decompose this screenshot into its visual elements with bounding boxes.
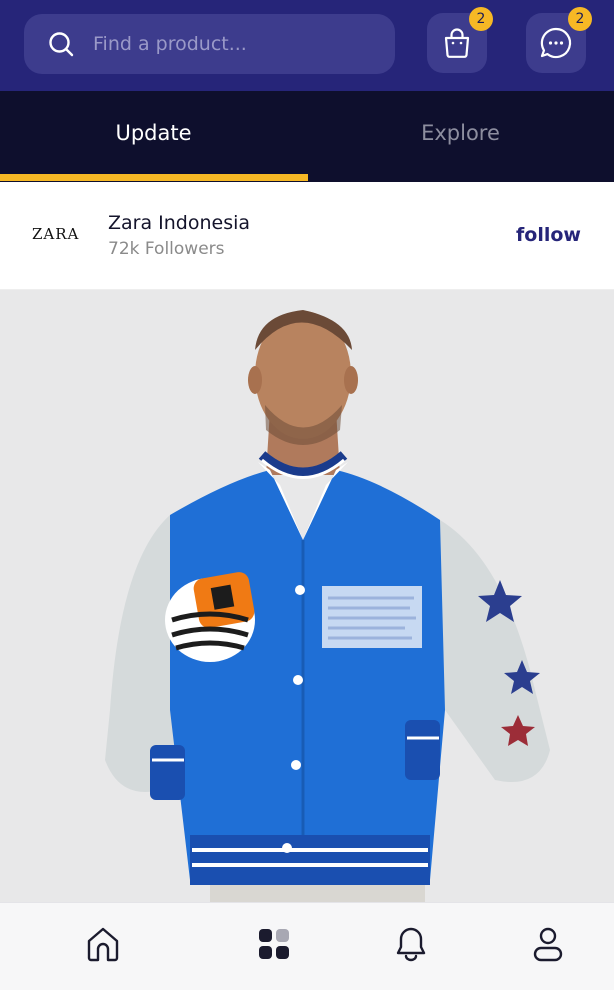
- post-image[interactable]: [0, 290, 614, 902]
- search-bar[interactable]: Find a product...: [24, 14, 395, 74]
- user-icon: [533, 927, 563, 962]
- nav-profile[interactable]: [530, 925, 566, 963]
- search-placeholder: Find a product...: [93, 33, 247, 55]
- store-name[interactable]: Zara Indonesia: [108, 212, 250, 234]
- store-header: ZARA Zara Indonesia 72k Followers follow: [0, 182, 614, 290]
- store-followers: 72k Followers: [108, 239, 225, 259]
- bottom-navigation: [0, 902, 614, 990]
- feed-tabs: Update Explore: [0, 91, 614, 182]
- messages-button[interactable]: 2: [526, 7, 592, 73]
- grid-icon: [259, 929, 289, 959]
- chat-bubble-icon: [540, 27, 572, 59]
- active-tab-indicator: [0, 174, 308, 181]
- cart-badge: 2: [469, 7, 493, 31]
- home-icon: [87, 927, 119, 962]
- varsity-jacket-photo: [0, 290, 614, 902]
- tab-explore[interactable]: Explore: [307, 91, 614, 182]
- top-header: Find a product... 2 2: [0, 0, 614, 91]
- tab-update[interactable]: Update: [0, 91, 307, 182]
- nav-categories[interactable]: [256, 925, 292, 963]
- bottom-safe-area: [0, 990, 614, 1000]
- search-icon: [49, 32, 74, 57]
- shopping-bag-icon: [444, 28, 470, 58]
- cart-button[interactable]: 2: [427, 7, 493, 73]
- bell-icon: [396, 927, 426, 962]
- follow-button[interactable]: follow: [516, 224, 581, 246]
- nav-notifications[interactable]: [393, 925, 429, 963]
- messages-badge: 2: [568, 7, 592, 31]
- store-logo[interactable]: ZARA: [32, 225, 79, 243]
- nav-home[interactable]: [85, 925, 121, 963]
